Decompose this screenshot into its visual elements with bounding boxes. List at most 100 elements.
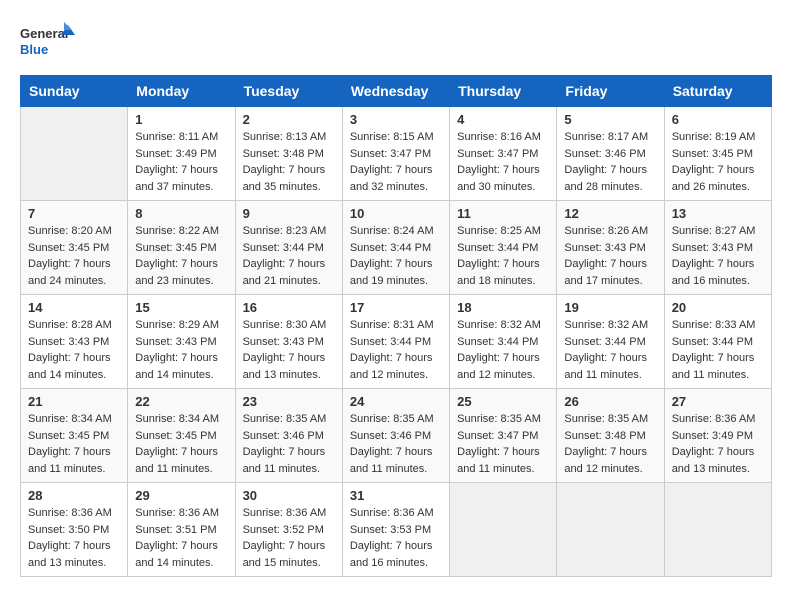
- sunset: Sunset: 3:53 PM: [350, 524, 431, 536]
- day-number: 30: [243, 488, 335, 503]
- day-info: Sunrise: 8:20 AM Sunset: 3:45 PM Dayligh…: [28, 223, 120, 289]
- calendar-cell: [450, 483, 557, 577]
- calendar-cell: 13 Sunrise: 8:27 AM Sunset: 3:43 PM Dayl…: [664, 201, 771, 295]
- daylight: Daylight: 7 hours and 26 minutes.: [672, 164, 755, 193]
- sunset: Sunset: 3:44 PM: [457, 336, 538, 348]
- day-number: 28: [28, 488, 120, 503]
- daylight: Daylight: 7 hours and 13 minutes.: [28, 540, 111, 569]
- sunrise: Sunrise: 8:33 AM: [672, 319, 756, 331]
- daylight: Daylight: 7 hours and 35 minutes.: [243, 164, 326, 193]
- calendar-cell: 7 Sunrise: 8:20 AM Sunset: 3:45 PM Dayli…: [21, 201, 128, 295]
- sunset: Sunset: 3:45 PM: [135, 430, 216, 442]
- sunrise: Sunrise: 8:35 AM: [564, 413, 648, 425]
- sunset: Sunset: 3:44 PM: [350, 242, 431, 254]
- daylight: Daylight: 7 hours and 11 minutes.: [243, 446, 326, 475]
- sunset: Sunset: 3:43 PM: [135, 336, 216, 348]
- calendar-cell: 12 Sunrise: 8:26 AM Sunset: 3:43 PM Dayl…: [557, 201, 664, 295]
- calendar-cell: 25 Sunrise: 8:35 AM Sunset: 3:47 PM Dayl…: [450, 389, 557, 483]
- daylight: Daylight: 7 hours and 14 minutes.: [135, 540, 218, 569]
- day-number: 5: [564, 112, 656, 127]
- calendar-cell: 30 Sunrise: 8:36 AM Sunset: 3:52 PM Dayl…: [235, 483, 342, 577]
- calendar-cell: 1 Sunrise: 8:11 AM Sunset: 3:49 PM Dayli…: [128, 107, 235, 201]
- sunset: Sunset: 3:43 PM: [243, 336, 324, 348]
- calendar-cell: 28 Sunrise: 8:36 AM Sunset: 3:50 PM Dayl…: [21, 483, 128, 577]
- day-info: Sunrise: 8:22 AM Sunset: 3:45 PM Dayligh…: [135, 223, 227, 289]
- sunrise: Sunrise: 8:36 AM: [135, 507, 219, 519]
- sunset: Sunset: 3:43 PM: [28, 336, 109, 348]
- day-info: Sunrise: 8:35 AM Sunset: 3:46 PM Dayligh…: [243, 411, 335, 477]
- sunrise: Sunrise: 8:35 AM: [350, 413, 434, 425]
- daylight: Daylight: 7 hours and 19 minutes.: [350, 258, 433, 287]
- daylight: Daylight: 7 hours and 11 minutes.: [28, 446, 111, 475]
- day-info: Sunrise: 8:34 AM Sunset: 3:45 PM Dayligh…: [135, 411, 227, 477]
- sunrise: Sunrise: 8:31 AM: [350, 319, 434, 331]
- calendar-cell: 3 Sunrise: 8:15 AM Sunset: 3:47 PM Dayli…: [342, 107, 449, 201]
- sunset: Sunset: 3:48 PM: [564, 430, 645, 442]
- sunset: Sunset: 3:46 PM: [350, 430, 431, 442]
- sunset: Sunset: 3:44 PM: [564, 336, 645, 348]
- daylight: Daylight: 7 hours and 24 minutes.: [28, 258, 111, 287]
- calendar-cell: 14 Sunrise: 8:28 AM Sunset: 3:43 PM Dayl…: [21, 295, 128, 389]
- svg-text:Blue: Blue: [20, 42, 48, 57]
- weekday-header-wednesday: Wednesday: [342, 76, 449, 107]
- calendar-cell: 16 Sunrise: 8:30 AM Sunset: 3:43 PM Dayl…: [235, 295, 342, 389]
- calendar-cell: 21 Sunrise: 8:34 AM Sunset: 3:45 PM Dayl…: [21, 389, 128, 483]
- day-info: Sunrise: 8:35 AM Sunset: 3:47 PM Dayligh…: [457, 411, 549, 477]
- sunrise: Sunrise: 8:29 AM: [135, 319, 219, 331]
- day-info: Sunrise: 8:36 AM Sunset: 3:52 PM Dayligh…: [243, 505, 335, 571]
- sunrise: Sunrise: 8:24 AM: [350, 225, 434, 237]
- sunrise: Sunrise: 8:23 AM: [243, 225, 327, 237]
- sunset: Sunset: 3:43 PM: [672, 242, 753, 254]
- weekday-header-tuesday: Tuesday: [235, 76, 342, 107]
- weekday-header-row: SundayMondayTuesdayWednesdayThursdayFrid…: [21, 76, 772, 107]
- day-number: 20: [672, 300, 764, 315]
- sunrise: Sunrise: 8:15 AM: [350, 131, 434, 143]
- day-number: 1: [135, 112, 227, 127]
- day-number: 29: [135, 488, 227, 503]
- day-number: 26: [564, 394, 656, 409]
- header: General Blue: [20, 20, 772, 65]
- day-number: 11: [457, 206, 549, 221]
- daylight: Daylight: 7 hours and 14 minutes.: [135, 352, 218, 381]
- daylight: Daylight: 7 hours and 13 minutes.: [672, 446, 755, 475]
- sunset: Sunset: 3:45 PM: [672, 148, 753, 160]
- day-number: 13: [672, 206, 764, 221]
- day-number: 3: [350, 112, 442, 127]
- daylight: Daylight: 7 hours and 16 minutes.: [672, 258, 755, 287]
- day-number: 9: [243, 206, 335, 221]
- calendar-cell: 23 Sunrise: 8:35 AM Sunset: 3:46 PM Dayl…: [235, 389, 342, 483]
- day-number: 10: [350, 206, 442, 221]
- sunset: Sunset: 3:47 PM: [457, 430, 538, 442]
- day-info: Sunrise: 8:11 AM Sunset: 3:49 PM Dayligh…: [135, 129, 227, 195]
- day-info: Sunrise: 8:34 AM Sunset: 3:45 PM Dayligh…: [28, 411, 120, 477]
- calendar-cell: 26 Sunrise: 8:35 AM Sunset: 3:48 PM Dayl…: [557, 389, 664, 483]
- weekday-header-thursday: Thursday: [450, 76, 557, 107]
- daylight: Daylight: 7 hours and 28 minutes.: [564, 164, 647, 193]
- day-number: 2: [243, 112, 335, 127]
- day-number: 19: [564, 300, 656, 315]
- day-info: Sunrise: 8:16 AM Sunset: 3:47 PM Dayligh…: [457, 129, 549, 195]
- day-number: 17: [350, 300, 442, 315]
- daylight: Daylight: 7 hours and 15 minutes.: [243, 540, 326, 569]
- sunrise: Sunrise: 8:25 AM: [457, 225, 541, 237]
- sunset: Sunset: 3:48 PM: [243, 148, 324, 160]
- calendar-cell: 29 Sunrise: 8:36 AM Sunset: 3:51 PM Dayl…: [128, 483, 235, 577]
- day-info: Sunrise: 8:35 AM Sunset: 3:48 PM Dayligh…: [564, 411, 656, 477]
- calendar-cell: 15 Sunrise: 8:29 AM Sunset: 3:43 PM Dayl…: [128, 295, 235, 389]
- day-info: Sunrise: 8:28 AM Sunset: 3:43 PM Dayligh…: [28, 317, 120, 383]
- daylight: Daylight: 7 hours and 23 minutes.: [135, 258, 218, 287]
- weekday-header-saturday: Saturday: [664, 76, 771, 107]
- day-info: Sunrise: 8:33 AM Sunset: 3:44 PM Dayligh…: [672, 317, 764, 383]
- sunrise: Sunrise: 8:30 AM: [243, 319, 327, 331]
- calendar-cell: 27 Sunrise: 8:36 AM Sunset: 3:49 PM Dayl…: [664, 389, 771, 483]
- logo-bird-icon: General Blue: [20, 20, 75, 65]
- sunrise: Sunrise: 8:22 AM: [135, 225, 219, 237]
- calendar-cell: 22 Sunrise: 8:34 AM Sunset: 3:45 PM Dayl…: [128, 389, 235, 483]
- calendar-cell: 8 Sunrise: 8:22 AM Sunset: 3:45 PM Dayli…: [128, 201, 235, 295]
- daylight: Daylight: 7 hours and 32 minutes.: [350, 164, 433, 193]
- sunrise: Sunrise: 8:19 AM: [672, 131, 756, 143]
- sunrise: Sunrise: 8:36 AM: [28, 507, 112, 519]
- daylight: Daylight: 7 hours and 37 minutes.: [135, 164, 218, 193]
- sunrise: Sunrise: 8:11 AM: [135, 131, 218, 143]
- daylight: Daylight: 7 hours and 14 minutes.: [28, 352, 111, 381]
